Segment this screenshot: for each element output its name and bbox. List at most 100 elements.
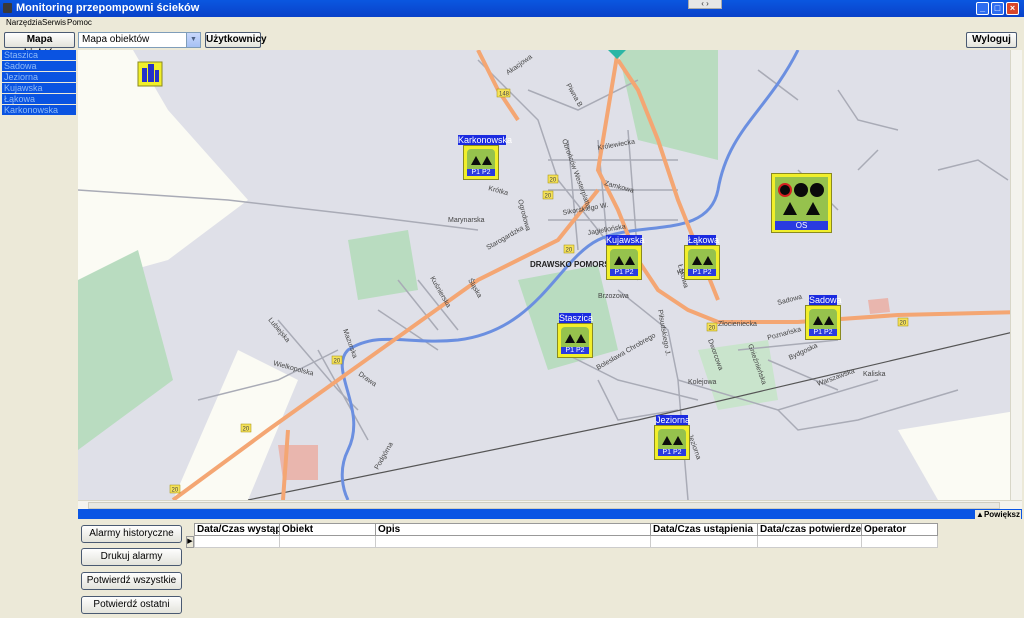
grip-handle[interactable]: ‹ › [688,0,722,9]
sidebar: Staszica Sadowa Jeziorna Kujawska Łąkowa… [0,50,78,508]
menu-serwis[interactable]: Serwis [42,18,66,27]
column-header-operator[interactable]: Operator [861,523,938,536]
road-number: 20 [334,359,341,365]
pump-labels: P1 P2 [561,347,589,354]
map-objects-button[interactable]: Mapa obiektów [4,32,75,59]
scrollbar-thumb[interactable] [88,502,1000,509]
menu-bar: Narzędzia Serwis Pomoc [0,17,1024,30]
station-marker-lakowa[interactable]: Łąkowa P1 P2 [684,235,720,280]
station-marker-karkonowska[interactable]: Karkonowska P1 P2 [458,135,512,180]
print-alarms-button[interactable]: Drukuj alarmy [81,548,182,566]
status-dot-icon [810,183,824,197]
road-number: 20 [709,326,716,332]
street-label: Warszawska [816,368,856,388]
pump-labels: P1 P2 [658,449,686,456]
street-label: Bydgoska [788,342,819,361]
alarm-table[interactable]: Data/Czas wystąpienia Obiekt Opis Data/C… [186,519,1022,618]
station-frame: P1 P2 [606,245,642,280]
street-label: Sadowa [777,294,803,307]
alarm-actions-panel: Alarmy historyczne Drukuj alarmy Potwier… [78,519,186,618]
confirm-all-button[interactable]: Potwierdź wszystkie [81,572,182,590]
sidebar-item-sadowa[interactable]: Sadowa [2,61,76,71]
pump-1-icon [813,316,823,325]
building-east [868,298,890,314]
pump-2-icon [482,156,492,165]
pump-1-icon [783,202,797,215]
street-label: Brzozowa [598,293,629,300]
table-cell[interactable] [279,536,375,548]
map-select[interactable]: Mapa obiektów ▼ [78,32,201,48]
menu-pomoc[interactable]: Pomoc [67,18,92,27]
toolbar: Mapa obiektów Mapa obiektów ▼ Użytkownic… [0,30,1024,59]
pump-2-icon [576,334,586,343]
menu-narzedzia[interactable]: Narzędzia [6,18,42,27]
road-number: 20 [172,488,179,494]
street-label: Złocieniecka [718,321,757,328]
sidebar-item-jeziorna[interactable]: Jeziorna [2,72,76,82]
map-select-value: Mapa obiektów [82,34,150,45]
station-body: P1 P2 [467,149,495,176]
column-header-occurred[interactable]: Data/Czas wystąpienia [194,523,279,536]
road-number: 20 [545,194,552,200]
station-frame: P1 P2 [463,145,499,180]
station-label: Staszica [559,313,594,323]
sidebar-item-kujawska[interactable]: Kujawska [2,83,76,93]
table-cell[interactable] [861,536,938,548]
table-cell[interactable] [194,536,279,548]
enlarge-button[interactable]: ▲Powiększ [975,510,1021,519]
pump-labels: P1 P2 [809,329,837,336]
sidebar-item-karkonowska[interactable]: Karkonowska [2,105,76,115]
vertical-scrollbar[interactable] [1010,50,1022,500]
road-number: 20 [550,178,557,184]
street-label: Kaliska [863,371,886,378]
chevron-down-icon[interactable]: ▼ [186,33,200,47]
building-icon [137,61,163,87]
alarm-dot-icon [778,183,792,197]
railway [247,329,1022,500]
street-label: Drawa [357,371,378,388]
sidebar-item-staszica[interactable]: Staszica [2,50,76,60]
pump-labels: P1 P2 [610,269,638,276]
road-number: 20 [566,248,573,254]
historical-alarms-button[interactable]: Alarmy historyczne [81,525,182,543]
confirm-last-button[interactable]: Potwierdź ostatni [81,596,182,614]
sidebar-item-lakowa[interactable]: Łąkowa [2,94,76,104]
station-marker-jeziorna[interactable]: Jeziorna P1 P2 [654,415,690,460]
street-label: Akacjowa [505,54,534,77]
station-frame: P1 P2 [557,323,593,358]
pump-2-icon [625,256,635,265]
map-view[interactable]: 148 20 20 20 20 20 20 20 20 Akacjowa Piw… [78,50,1022,500]
table-cell[interactable] [375,536,650,548]
station-label: Jeziorna [656,415,691,425]
street-label: Obrońców Westerplatte [560,138,592,209]
logout-button[interactable]: Wyloguj [966,32,1017,48]
splitter-bar[interactable] [78,509,1022,519]
station-frame: P1 P2 [805,305,841,340]
pump-labels: P1 P2 [688,269,716,276]
station-marker-staszica[interactable]: Staszica P1 P2 [557,313,593,358]
close-button[interactable]: × [1006,2,1019,15]
station-frame: P1 P2 [684,245,720,280]
station-marker-sadowa[interactable]: Sadowa P1 P2 [805,295,842,340]
treatment-plant-marker[interactable]: OS [771,173,832,233]
map-canvas: 148 20 20 20 20 20 20 20 20 Akacjowa Piw… [78,50,1022,500]
minimize-button[interactable]: _ [976,2,989,15]
column-header-object[interactable]: Obiekt [279,523,375,536]
column-header-description[interactable]: Opis [375,523,650,536]
horizontal-scrollbar[interactable] [78,500,1022,509]
column-header-cleared[interactable]: Data/Czas ustąpienia [650,523,757,536]
station-marker-kujawska[interactable]: Kujawska P1 P2 [606,235,645,280]
road-number: 20 [243,427,250,433]
pump-labels: P1 P2 [467,169,495,176]
maximize-button[interactable]: □ [991,2,1004,15]
road-number: 20 [900,321,907,327]
window-title: Monitoring przepompowni ścieków [16,2,200,14]
pump-2-icon [806,202,820,215]
station-body: P1 P2 [809,309,837,336]
table-cell[interactable] [650,536,757,548]
table-cell[interactable] [757,536,861,548]
column-header-confirmed[interactable]: Data/czas potwierdzenia [757,523,861,536]
station-frame: P1 P2 [654,425,690,460]
users-button[interactable]: Użytkownicy [205,32,267,48]
open-area-southeast [898,410,1022,500]
